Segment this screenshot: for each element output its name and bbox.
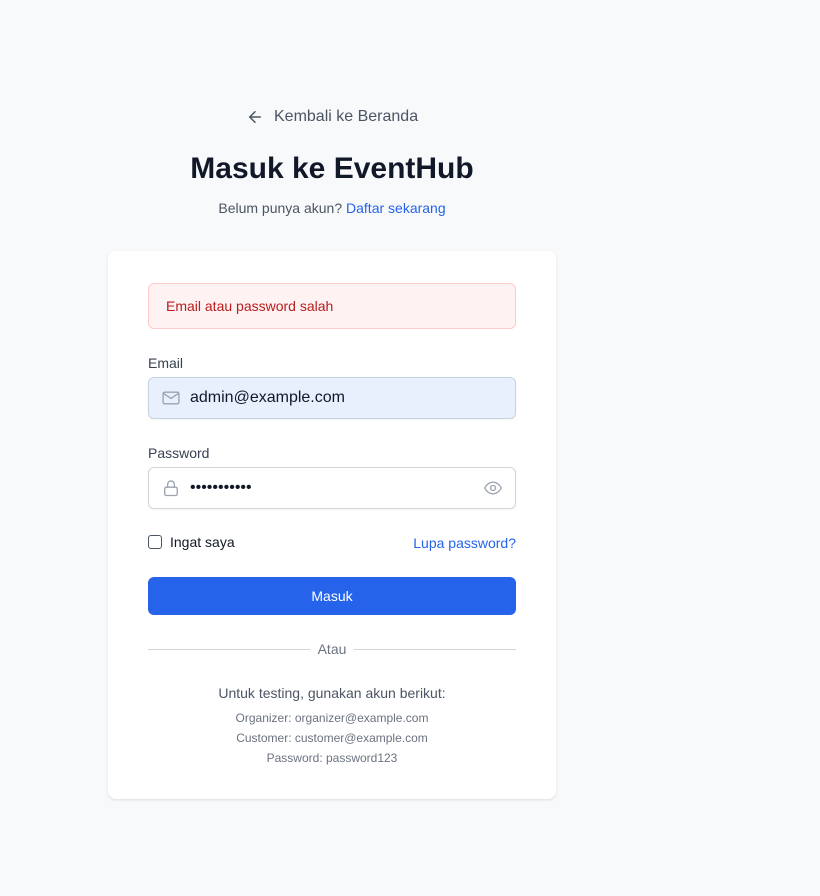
password-input[interactable] <box>190 468 483 508</box>
divider-text: Atau <box>317 641 347 657</box>
password-field-wrapper <box>148 467 516 509</box>
test-account-customer: Customer: customer@example.com <box>236 731 428 745</box>
divider-line-right <box>354 648 516 650</box>
error-alert-message: Email atau password salah <box>166 298 334 314</box>
remember-me-label: Ingat saya <box>170 534 235 550</box>
eye-icon[interactable] <box>483 478 503 498</box>
test-account-organizer: Organizer: organizer@example.com <box>235 711 429 725</box>
login-card: Email atau password salah Email Password… <box>108 251 556 799</box>
register-prompt: Belum punya akun? Daftar sekarang <box>0 200 664 216</box>
register-prompt-text: Belum punya akun? <box>218 200 343 216</box>
remember-me-checkbox[interactable] <box>148 535 162 549</box>
test-account-password: Password: password123 <box>266 751 398 765</box>
remember-me[interactable]: Ingat saya <box>148 534 235 550</box>
test-accounts-title: Untuk testing, gunakan akun berikut: <box>218 685 446 701</box>
email-input[interactable] <box>190 378 515 418</box>
mail-icon <box>162 391 180 405</box>
register-link[interactable]: Daftar sekarang <box>346 200 446 216</box>
page-title: Masuk ke EventHub <box>190 152 474 185</box>
back-link-label: Kembali ke Beranda <box>274 108 419 125</box>
email-label: Email <box>148 355 184 371</box>
error-alert: Email atau password salah <box>148 283 516 329</box>
back-to-home-link[interactable]: Kembali ke Beranda <box>246 108 418 126</box>
lock-icon <box>164 480 178 497</box>
forgot-password-link[interactable]: Lupa password? <box>413 535 516 551</box>
divider-line-left <box>148 648 310 650</box>
arrow-left-icon <box>249 111 261 123</box>
email-field-wrapper <box>148 377 516 419</box>
login-submit-button[interactable]: Masuk <box>148 577 516 615</box>
password-label: Password <box>148 445 210 461</box>
or-divider: Atau <box>148 639 516 659</box>
